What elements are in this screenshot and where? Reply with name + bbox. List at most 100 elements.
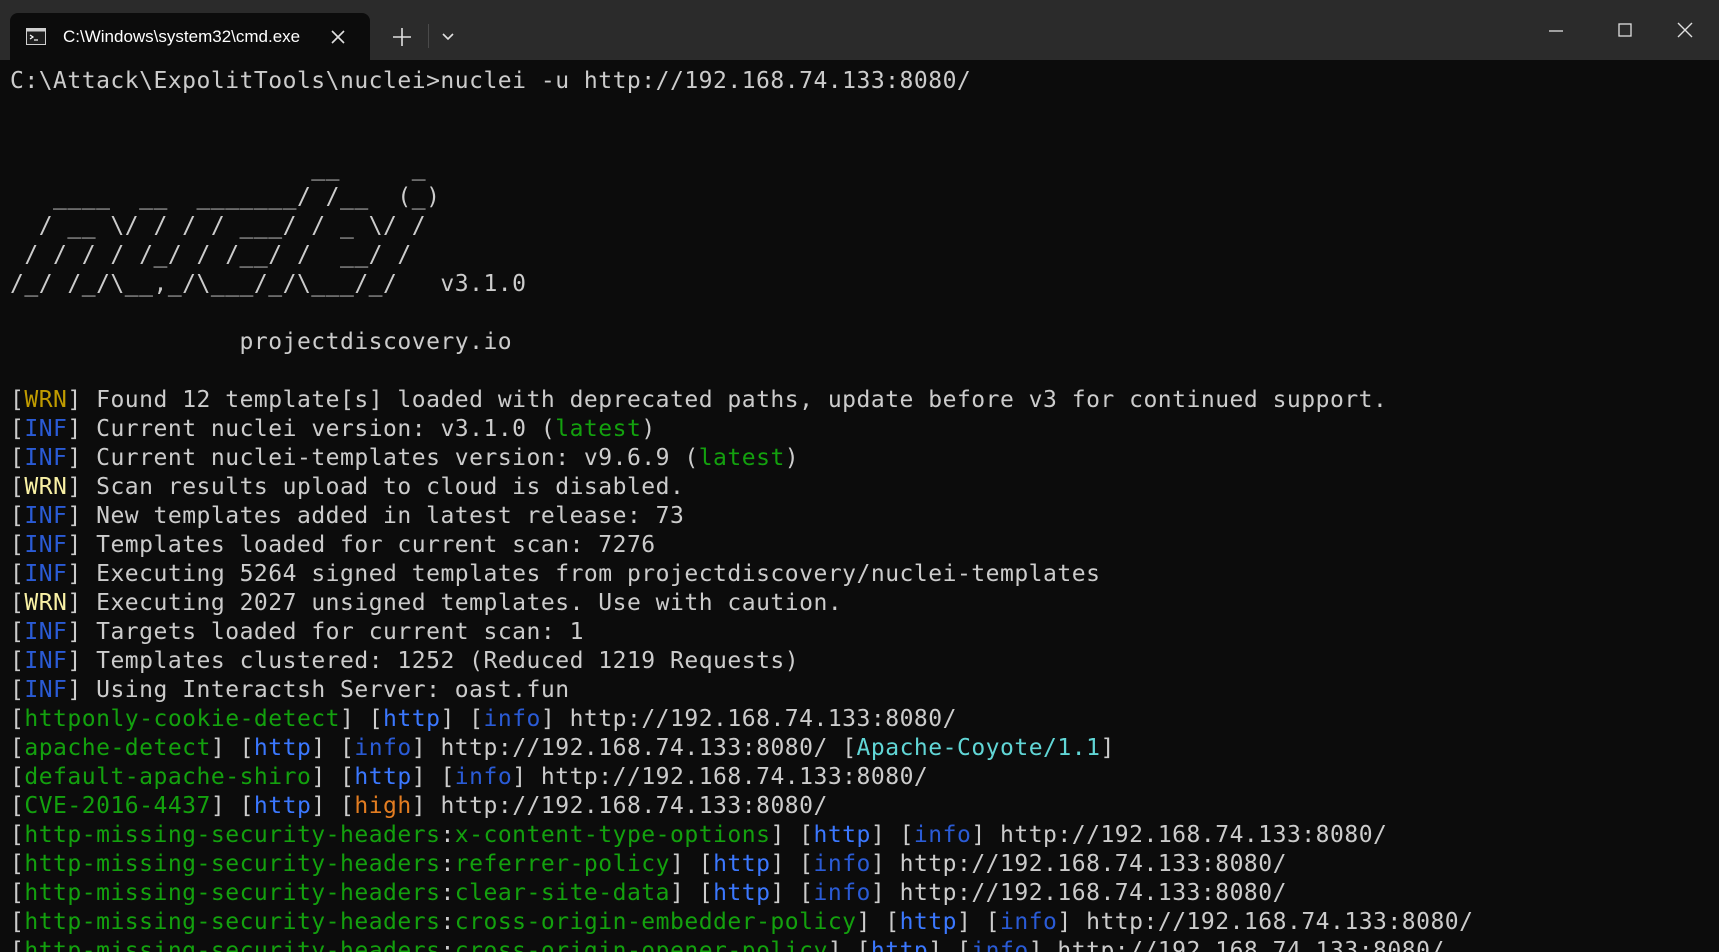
result-line: [http-missing-security-headers:x-content… <box>10 821 1719 850</box>
result-line: [apache-detect] [http] [info] http://192… <box>10 734 1719 763</box>
template-id: default-apache-shiro <box>24 764 312 790</box>
log-message: Current nuclei version: v3.1.0 ( <box>81 416 556 442</box>
severity-tag: info <box>913 822 972 848</box>
bracket: ] <box>67 474 82 500</box>
banner-line: /_/ /_/\__,_/\___/_/\___/_/ v3.1.0 <box>10 271 527 297</box>
bracket: ] [ <box>770 822 814 848</box>
banner-line <box>10 299 1719 328</box>
banner-line: __ _ <box>10 155 427 181</box>
console-output[interactable]: C:\Attack\ExpolitTools\nuclei>nuclei -u … <box>0 60 1719 952</box>
bracket: ] [ <box>827 938 871 952</box>
target-url: http://192.168.74.133:8080/ <box>885 851 1287 877</box>
console-icon <box>26 28 46 45</box>
tab-cmd[interactable]: C:\Windows\system32\cmd.exe <box>10 13 370 60</box>
separator: : <box>440 938 455 952</box>
bracket: ] <box>67 561 82 587</box>
log-level-tag: INF <box>24 561 68 587</box>
protocol-tag: http <box>813 822 871 848</box>
bracket: ] [ <box>311 764 355 790</box>
severity-tag: info <box>813 851 871 877</box>
bracket: [ <box>10 503 25 529</box>
bracket: ] <box>67 619 82 645</box>
chevron-down-icon[interactable] <box>439 28 457 46</box>
log-area: [WRN] Found 12 template[s] loaded with d… <box>10 386 1719 705</box>
result-line: [http-missing-security-headers:cross-ori… <box>10 908 1719 937</box>
matcher-name: x-content-type-options <box>454 822 771 848</box>
bracket: ] [ <box>770 851 814 877</box>
bracket: ] <box>67 445 82 471</box>
command-line: C:\Attack\ExpolitTools\nuclei>nuclei -u … <box>10 68 972 94</box>
target-url: http://192.168.74.133:8080/ <box>426 793 828 819</box>
maximize-button[interactable] <box>1591 0 1659 60</box>
log-line: [WRN] Scan results upload to cloud is di… <box>10 473 1719 502</box>
close-tab-icon[interactable] <box>328 27 348 47</box>
bracket: [ <box>10 445 25 471</box>
severity-tag: info <box>483 706 541 732</box>
bracket: ] <box>67 503 82 529</box>
severity-tag: info <box>971 938 1029 952</box>
bracket: ] <box>971 822 986 848</box>
template-id: http-missing-security-headers <box>24 938 441 952</box>
protocol-tag: http <box>253 793 312 819</box>
template-id: httponly-cookie-detect <box>24 706 340 732</box>
bracket: ] [ <box>956 909 1001 935</box>
minimize-button[interactable] <box>1522 0 1590 60</box>
protocol-tag: http <box>713 851 771 877</box>
result-line: [http-missing-security-headers:cross-ori… <box>10 937 1719 952</box>
log-message: Current nuclei-templates version: v9.6.9… <box>81 445 699 471</box>
tab-title: C:\Windows\system32\cmd.exe <box>63 27 301 46</box>
log-level-tag: WRN <box>24 387 68 413</box>
target-url: http://192.168.74.133:8080/ <box>1043 938 1445 952</box>
bracket: [ <box>10 387 25 413</box>
log-line: [INF] Current nuclei-templates version: … <box>10 444 1719 473</box>
log-message: Found 12 template[s] loaded with depreca… <box>81 387 1388 413</box>
target-url: http://192.168.74.133:8080/ <box>526 764 929 790</box>
template-id: http-missing-security-headers <box>24 909 441 935</box>
banner-line: / / / / /_/ / /__/ / __/ / <box>10 242 412 268</box>
bracket: [ <box>10 648 25 674</box>
log-line: [INF] Executing 5264 signed templates fr… <box>10 560 1719 589</box>
log-line: [WRN] Found 12 template[s] loaded with d… <box>10 386 1719 415</box>
bracket: ] [ <box>670 880 714 906</box>
new-tab-icon[interactable] <box>390 25 414 49</box>
bracket: ] [ <box>210 793 254 819</box>
bracket: [ <box>10 590 25 616</box>
bracket: ] [ <box>770 880 814 906</box>
log-message: Executing 5264 signed templates from pro… <box>81 561 1101 587</box>
log-level-tag: WRN <box>24 590 68 616</box>
bracket: [ <box>10 677 25 703</box>
log-message: Targets loaded for current scan: 1 <box>81 619 584 645</box>
bracket: ] <box>540 706 556 732</box>
maximize-icon <box>1618 23 1632 37</box>
extracted-value: Apache-Coyote/1.1 <box>856 735 1101 761</box>
separator: : <box>440 909 455 935</box>
bracket: ] [ <box>210 735 254 761</box>
log-line: [INF] Using Interactsh Server: oast.fun <box>10 676 1719 705</box>
bracket: ] <box>870 851 886 877</box>
bracket: ] <box>67 677 82 703</box>
bracket: ] [ <box>856 909 900 935</box>
bracket: ] <box>67 387 82 413</box>
matcher-name: cross-origin-opener-policy <box>454 938 828 952</box>
result-line: [CVE-2016-4437] [http] [high] http://192… <box>10 792 1719 821</box>
banner-line: / __ \/ / / / ___/ / _ \/ / <box>10 213 427 239</box>
result-line: [default-apache-shiro] [http] [info] htt… <box>10 763 1719 792</box>
bracket: [ <box>10 909 25 935</box>
log-level-tag: INF <box>24 648 68 674</box>
bracket: [ <box>10 706 25 732</box>
log-line: [WRN] Executing 2027 unsigned templates.… <box>10 589 1719 618</box>
log-message-tail: ) <box>641 416 656 442</box>
severity-tag: info <box>1000 909 1058 935</box>
bracket: ] <box>1100 735 1115 761</box>
separator: : <box>440 822 455 848</box>
target-url: http://192.168.74.133:8080/ <box>555 706 957 732</box>
bracket: ] <box>512 764 527 790</box>
log-line: [INF] Current nuclei version: v3.1.0 (la… <box>10 415 1719 444</box>
title-bar: C:\Windows\system32\cmd.exe <box>0 0 1719 60</box>
bracket: ] [ <box>311 793 355 819</box>
close-window-button[interactable] <box>1651 0 1719 60</box>
bracket: ] [ <box>340 706 384 732</box>
bracket: [ <box>10 851 25 877</box>
separator: : <box>440 880 455 906</box>
